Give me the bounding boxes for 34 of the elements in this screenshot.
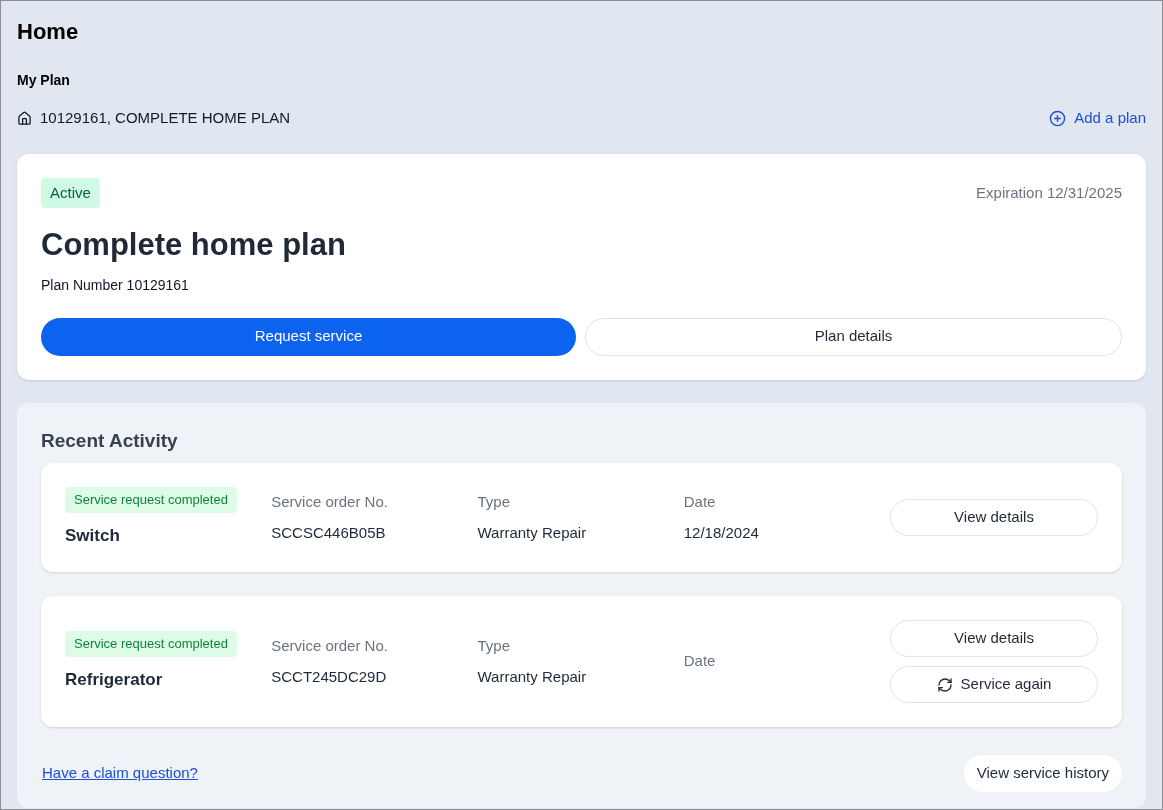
field-value: Warranty Repair [477,522,587,543]
plan-label: 10129161, COMPLETE HOME PLAN [40,108,291,128]
plan-title: Complete home plan [41,226,346,264]
claim-link[interactable]: Have a claim question? [42,762,198,785]
section-heading: My Plan [17,71,70,90]
field-label: Service order No. [271,492,388,512]
field-label: Type [477,492,511,512]
field-value: 12/18/2024 [683,522,759,543]
plan-number: Plan Number 10129161 [41,275,189,295]
field-value: SCCT245DC29D [271,666,387,687]
view-details-button[interactable]: View details [890,499,1098,536]
add-plan-link[interactable]: Add a plan [1049,107,1146,130]
details-button[interactable]: Plan details [585,317,1122,356]
plus-circle-icon [1049,109,1067,127]
history-button[interactable]: View service history [963,755,1122,792]
status-badge: Service request completed [65,631,237,657]
status-badge: Active [41,177,100,208]
section-heading: Recent Activity [41,428,178,453]
field-label: Type [477,636,511,656]
service-again-button[interactable]: Service again [890,666,1098,703]
status-badge: Service request completed [65,487,237,513]
expiration-date: Expiration 12/31/2025 [976,182,1122,203]
field-label: Date [683,651,716,672]
page-title: Home [17,18,80,46]
view-details-button[interactable]: View details [890,620,1098,657]
item-name: Switch [65,524,120,547]
field-value: SCCSC446B05B [271,522,386,543]
request-button[interactable]: Request service [41,317,576,356]
refresh-icon [936,676,953,693]
item-name: Refrigerator [65,668,163,691]
field-label: Date [683,492,716,512]
field-label: Service order No. [271,636,388,656]
field-value: Warranty Repair [477,666,587,687]
house-icon [17,110,32,126]
